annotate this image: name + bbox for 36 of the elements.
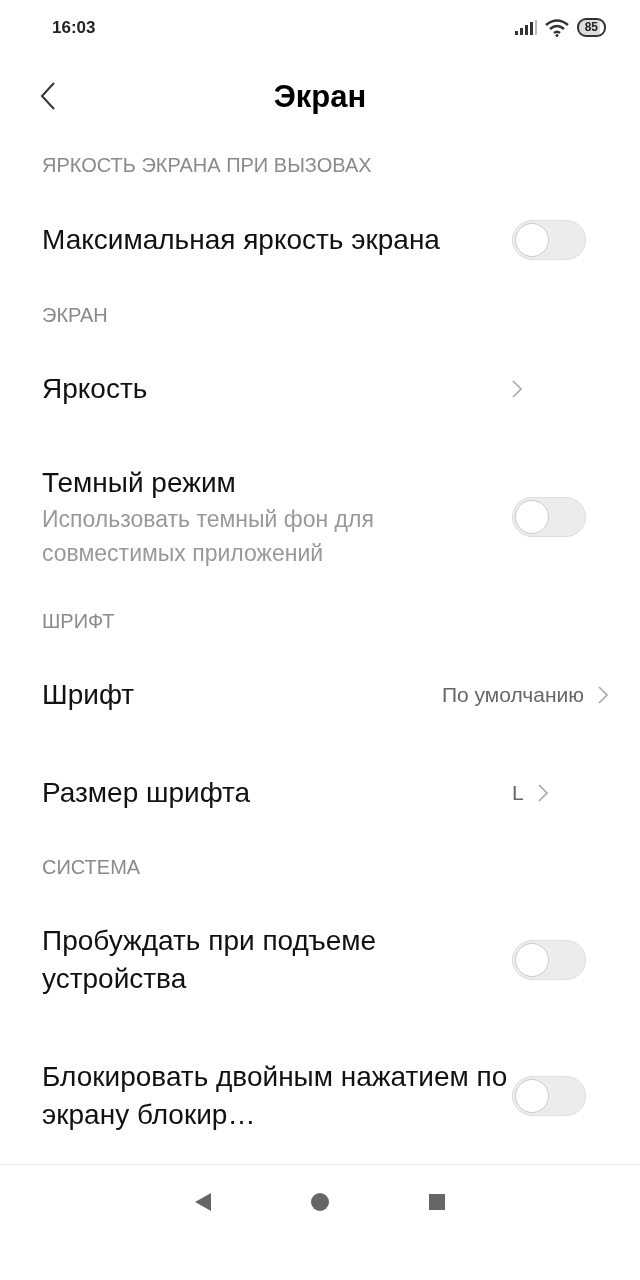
settings-row[interactable]: Темный режим Использовать темный фон для совместимых приложений <box>0 438 640 596</box>
setting-title: Максимальная яркость экрана <box>42 223 441 257</box>
wifi-icon <box>544 18 569 37</box>
recents-nav-icon[interactable] <box>429 1194 445 1210</box>
setting-value: L <box>512 780 524 807</box>
toggle-switch[interactable] <box>512 497 586 537</box>
settings-row[interactable]: Пробуждать при подъеме устройства <box>0 892 640 1028</box>
setting-title: Шрифт <box>42 678 136 712</box>
section-header: ШРИФТ <box>41 609 116 634</box>
chevron-icon <box>512 380 522 398</box>
battery-indicator: 85 <box>576 18 606 37</box>
chevron-icon <box>598 686 608 704</box>
toggle-switch[interactable] <box>512 940 586 980</box>
setting-title: Блокировать двойным нажатием по экрану блокир… <box>42 1060 509 1132</box>
back-nav-icon[interactable] <box>195 1193 211 1211</box>
section-header: СИСТЕМА <box>41 855 142 880</box>
settings-row[interactable]: Яркость <box>0 340 640 438</box>
section-header: ЭКРАН <box>41 303 109 328</box>
setting-title: Размер шрифта <box>42 776 252 810</box>
settings-row[interactable]: Размер шрифта L <box>0 744 640 842</box>
setting-description: Использовать темный фон для совместимых приложений <box>42 505 375 568</box>
setting-title: Темный режим <box>42 466 237 500</box>
chevron-icon <box>537 784 548 802</box>
setting-title: Яркость <box>42 372 149 406</box>
settings-row[interactable]: Шрифт По умолчанию <box>0 646 640 744</box>
settings-row[interactable]: Максимальная яркость экрана <box>0 190 640 290</box>
setting-title: Пробуждать при подъеме устройства <box>42 924 378 996</box>
toggle-switch[interactable] <box>512 1076 586 1116</box>
section-header: ЯРКОСТЬ ЭКРАНА ПРИ ВЫЗОВАХ <box>41 153 373 178</box>
toggle-switch[interactable] <box>512 220 586 260</box>
signal-icon <box>514 20 537 35</box>
clock-time: 16:03 <box>52 16 96 39</box>
settings-row[interactable]: Блокировать двойным нажатием по экрану блокир… <box>0 1028 640 1164</box>
setting-value: По умолчанию <box>441 682 584 709</box>
home-nav-icon[interactable] <box>311 1193 329 1211</box>
page-title: Экран <box>273 78 367 117</box>
